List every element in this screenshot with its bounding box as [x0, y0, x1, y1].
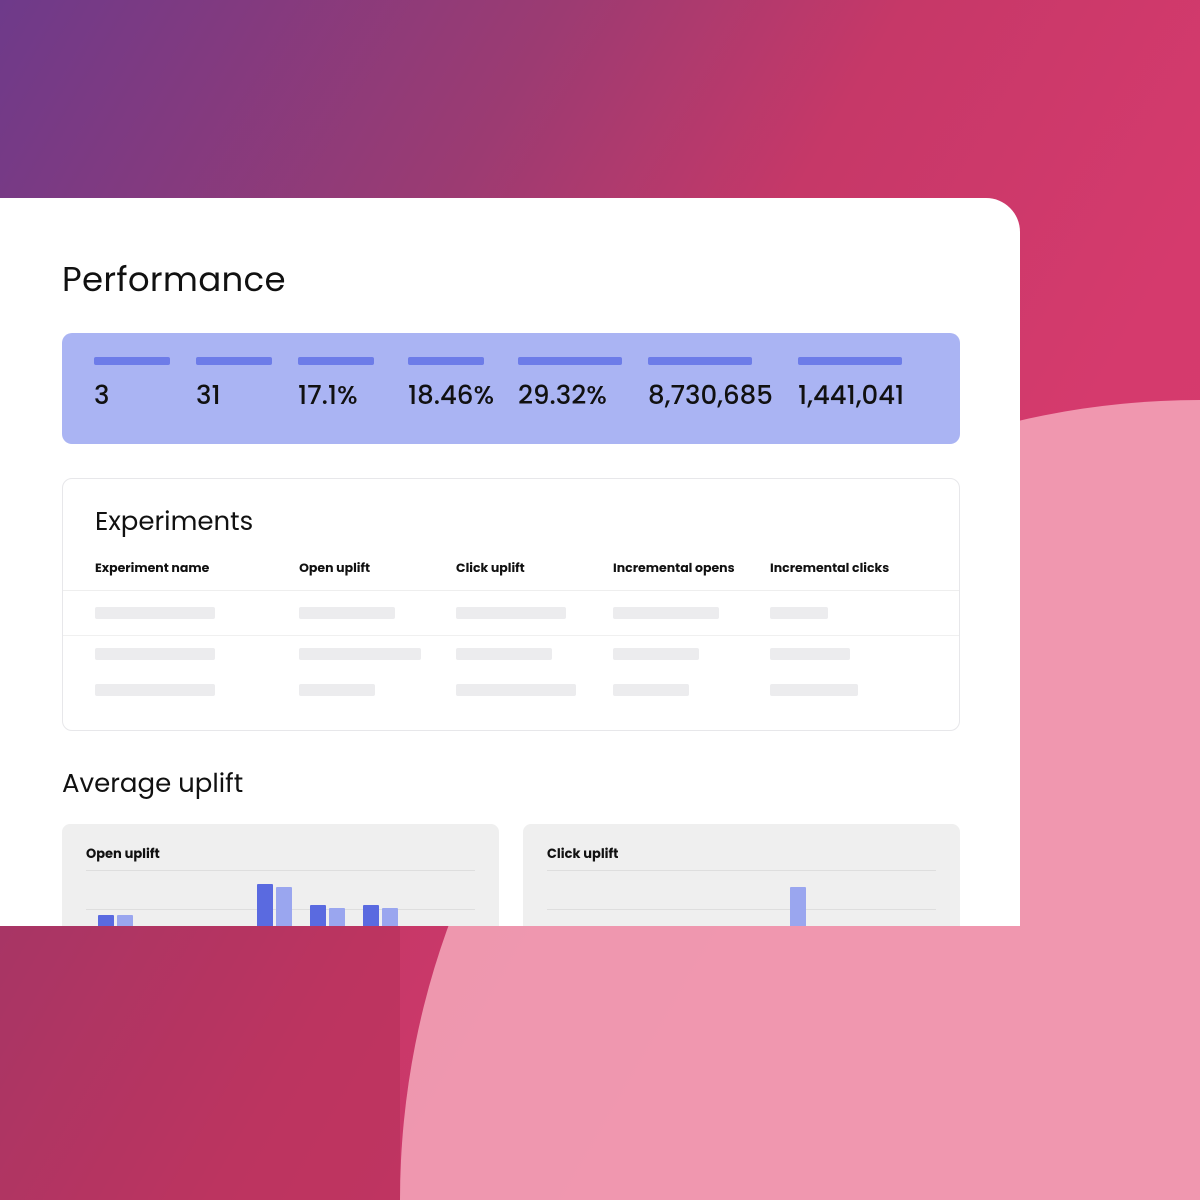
stat-label-placeholder — [298, 357, 374, 365]
col-click-uplift: Click uplift — [456, 560, 613, 578]
chart-title: Open uplift — [86, 844, 475, 864]
open-uplift-chart: Open uplift — [62, 824, 499, 926]
stat-item: 17.1% — [298, 357, 388, 416]
charts-row: Open uplift Click uplift — [62, 824, 960, 926]
bar-series-b — [276, 887, 292, 926]
dashboard-card: Performance 3 31 17.1% 18.46% 29.32% — [0, 198, 1020, 926]
bar-series-a — [98, 915, 114, 926]
chart-bars — [98, 874, 463, 926]
bar-pair — [363, 905, 398, 926]
stat-item: 29.32% — [518, 357, 628, 416]
table-row[interactable] — [63, 672, 959, 708]
background-gradient: Performance 3 31 17.1% 18.46% 29.32% — [0, 0, 1200, 1200]
placeholder — [770, 684, 858, 696]
bar-series-b — [329, 908, 345, 926]
stat-label-placeholder — [94, 357, 170, 365]
placeholder — [299, 648, 421, 660]
placeholder — [613, 648, 699, 660]
chart-title: Click uplift — [547, 844, 936, 864]
placeholder — [613, 684, 689, 696]
stat-value: 17.1% — [298, 377, 388, 416]
stat-value: 3 — [94, 377, 176, 416]
bar-series-a — [363, 905, 379, 926]
experiments-table-header: Experiment name Open uplift Click uplift… — [63, 560, 959, 591]
stat-item: 31 — [196, 357, 278, 416]
placeholder — [456, 684, 576, 696]
bar-pair — [310, 905, 345, 926]
placeholder — [95, 648, 215, 660]
table-row[interactable] — [63, 591, 959, 636]
stat-value: 18.46% — [408, 377, 498, 416]
col-open-uplift: Open uplift — [299, 560, 456, 578]
bar-series-b — [117, 915, 133, 926]
stat-value: 31 — [196, 377, 278, 416]
placeholder — [613, 607, 719, 619]
stat-label-placeholder — [408, 357, 484, 365]
table-row[interactable] — [63, 636, 959, 672]
stat-label-placeholder — [798, 357, 902, 365]
placeholder — [456, 648, 552, 660]
bar-series-b — [382, 908, 398, 926]
chart-bars — [559, 874, 924, 926]
stat-item: 1,441,041 — [798, 357, 918, 416]
click-uplift-chart: Click uplift — [523, 824, 960, 926]
placeholder — [770, 607, 828, 619]
placeholder — [299, 607, 395, 619]
bar-series-a — [257, 884, 273, 926]
placeholder — [95, 684, 215, 696]
page-title: Performance — [62, 254, 960, 305]
col-incremental-clicks: Incremental clicks — [770, 560, 927, 578]
bar-pair — [771, 887, 806, 926]
experiments-title: Experiments — [63, 503, 959, 542]
average-uplift-title: Average uplift — [62, 765, 960, 804]
stats-bar: 3 31 17.1% 18.46% 29.32% 8,730,685 — [62, 333, 960, 444]
stat-value: 8,730,685 — [648, 377, 778, 416]
stat-label-placeholder — [196, 357, 272, 365]
experiments-panel: Experiments Experiment name Open uplift … — [62, 478, 960, 731]
bar-pair — [257, 884, 292, 926]
placeholder — [456, 607, 566, 619]
stat-item: 3 — [94, 357, 176, 416]
placeholder — [770, 648, 850, 660]
stat-label-placeholder — [518, 357, 622, 365]
bar-pair — [98, 915, 133, 926]
placeholder — [299, 684, 375, 696]
bar-series-b — [790, 887, 806, 926]
col-experiment-name: Experiment name — [95, 560, 299, 578]
bg-shape-block — [0, 920, 400, 1200]
stat-item: 18.46% — [408, 357, 498, 416]
placeholder — [95, 607, 215, 619]
stat-item: 8,730,685 — [648, 357, 778, 416]
bar-series-a — [310, 905, 326, 926]
stat-value: 1,441,041 — [798, 377, 918, 416]
col-incremental-opens: Incremental opens — [613, 560, 770, 578]
stat-value: 29.32% — [518, 377, 628, 416]
stat-label-placeholder — [648, 357, 752, 365]
